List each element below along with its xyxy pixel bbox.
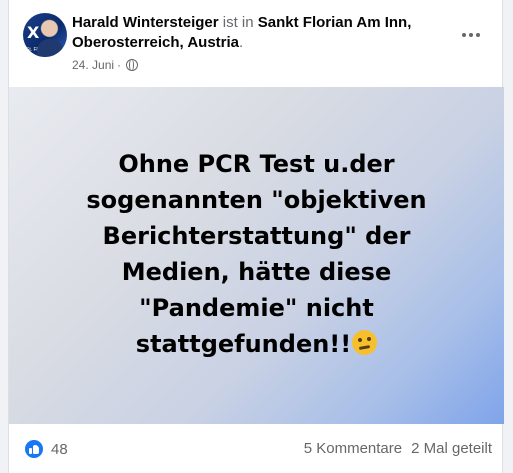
meta-separator: · <box>117 58 122 72</box>
image-text: Ohne PCR Test u.der sogenannten "objekti… <box>86 149 427 358</box>
like-icon <box>25 440 43 458</box>
globe-icon[interactable] <box>126 59 139 71</box>
post-image[interactable]: Ohne PCR Test u.der sogenannten "objekti… <box>9 87 504 424</box>
thinking-face-icon <box>352 329 378 355</box>
post-meta: 24. Juni · <box>72 58 139 72</box>
more-dot <box>476 33 480 37</box>
author-name[interactable]: Harald Wintersteiger <box>72 14 219 31</box>
more-dot <box>462 33 466 37</box>
more-dot <box>469 33 473 37</box>
reaction-summary[interactable]: 48 <box>25 440 68 458</box>
engagement-counts: 5 Kommentare 2 Mal geteilt <box>304 440 492 457</box>
author-avatar[interactable]: X St. Florian am Inn <box>23 13 67 57</box>
image-caption: Ohne PCR Test u.der sogenannten "objekti… <box>47 146 467 362</box>
more-icon[interactable] <box>458 25 484 45</box>
post-date[interactable]: 24. Juni <box>72 58 114 72</box>
post-footer: 48 5 Kommentare 2 Mal geteilt <box>9 424 502 473</box>
avatar-mark: X <box>27 23 40 42</box>
post-title: Harald Wintersteiger ist in Sankt Floria… <box>72 13 462 53</box>
location-connector: ist in <box>222 14 254 31</box>
post-header: X St. Florian am Inn Harald Wintersteige… <box>9 0 502 86</box>
post-card: X St. Florian am Inn Harald Wintersteige… <box>8 0 504 473</box>
comments-link[interactable]: 5 Kommentare <box>304 440 402 457</box>
reaction-count: 48 <box>51 440 68 458</box>
title-period: . <box>239 34 244 51</box>
shares-link[interactable]: 2 Mal geteilt <box>411 440 492 457</box>
avatar-person <box>37 39 63 57</box>
